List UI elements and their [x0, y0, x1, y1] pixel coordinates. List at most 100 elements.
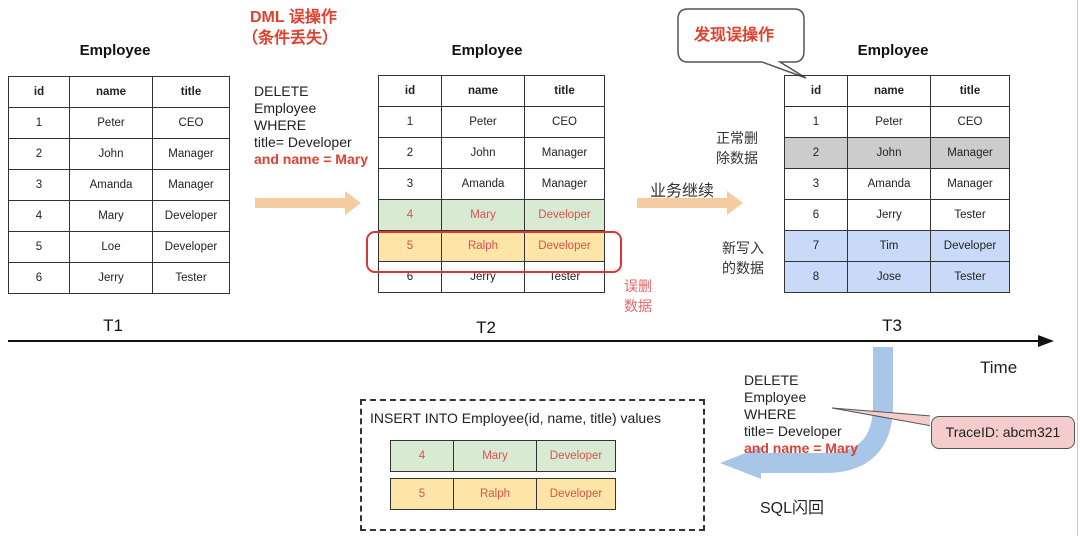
insert-row: 4 Mary Developer: [390, 440, 616, 472]
cell-id: 1: [8, 107, 70, 139]
sql-line: title= Developer: [254, 134, 352, 150]
cell-id: 3: [378, 168, 442, 200]
cell-name: Peter: [847, 106, 931, 138]
cell-title: CEO: [152, 107, 230, 139]
cell-name: Jose: [847, 261, 931, 293]
cell-id: 4: [378, 199, 442, 231]
table-header-row: id name title: [8, 76, 230, 108]
cell-title: Manager: [524, 137, 605, 169]
sql-missing-condition: and name = Mary: [254, 151, 368, 167]
cell-title: Developer: [152, 200, 230, 232]
cell-title: Developer: [536, 440, 616, 472]
new-write-label: 新写入 的数据: [722, 238, 764, 278]
table-row: 6 Jerry Tester: [784, 199, 1010, 231]
table-row: 1 Peter CEO: [8, 107, 230, 139]
cell-name: Amanda: [441, 168, 525, 200]
right-edge-divider: [1077, 0, 1078, 536]
col-header-id: id: [784, 75, 848, 107]
cell-id: 7: [784, 230, 848, 262]
table-t1: id name title 1 Peter CEO 2 John Manager 3 Am…: [8, 76, 230, 294]
cell-name: Jerry: [69, 262, 153, 294]
normal-delete-label: 正常删 除数据: [716, 128, 758, 168]
cell-id: 3: [784, 168, 848, 200]
cell-title: Developer: [524, 199, 605, 231]
cell-id: 2: [784, 137, 848, 169]
cell-id: 5: [8, 231, 70, 263]
col-header-title: title: [152, 76, 230, 108]
mis-delete-label: 误删 数据: [624, 276, 652, 316]
table-row-new-write: 7 Tim Developer: [784, 230, 1010, 262]
cell-id: 2: [378, 137, 442, 169]
cell-name: Peter: [441, 106, 525, 138]
cell-name: Jerry: [847, 199, 931, 231]
table-row: 2 John Manager: [8, 138, 230, 170]
cell-title: Developer: [930, 230, 1010, 262]
cell-name: Mary: [441, 199, 525, 231]
dml-error-subtitle: （条件丢失）: [242, 30, 339, 47]
cell-title: CEO: [930, 106, 1010, 138]
table-header-row: id name title: [378, 75, 605, 107]
cell-title: Manager: [152, 138, 230, 170]
col-header-name: name: [441, 75, 525, 107]
arrow-right-icon: [637, 191, 743, 215]
sql-missing-condition: and name = Mary: [744, 440, 858, 456]
cell-name: Ralph: [453, 478, 537, 510]
table-t2-title: Employee: [451, 42, 523, 59]
cell-title: Manager: [152, 169, 230, 201]
col-header-name: name: [69, 76, 153, 108]
table-row-normal-deleted: 2 John Manager: [784, 137, 1010, 169]
insert-row-ralph: 5 Ralph Developer: [390, 478, 616, 510]
table-row: 1 Peter CEO: [378, 106, 605, 138]
table-t3: id name title 1 Peter CEO 2 John Manager 3 Am…: [784, 75, 1010, 293]
table-row: 6 Jerry Tester: [8, 262, 230, 294]
sql-line: Employee: [254, 100, 317, 116]
cell-id: 8: [784, 261, 848, 293]
insert-row: 5 Ralph Developer: [390, 478, 616, 510]
cell-name: Amanda: [847, 168, 931, 200]
insert-row-mary: 4 Mary Developer: [390, 440, 616, 472]
table-row: 5 Loe Developer: [8, 231, 230, 263]
timeline-arrowhead-icon: [1038, 335, 1054, 347]
cell-title: Manager: [930, 137, 1010, 169]
trace-id-badge: TraceID: abcm321: [931, 416, 1075, 449]
label-line: 的数据: [722, 260, 764, 276]
cell-title: Manager: [930, 168, 1010, 200]
table-row: 3 Amanda Manager: [378, 168, 605, 200]
col-header-title: title: [524, 75, 605, 107]
col-header-title: title: [930, 75, 1010, 107]
cell-name: Peter: [69, 107, 153, 139]
cell-title: Tester: [152, 262, 230, 294]
cell-id: 2: [8, 138, 70, 170]
insert-statement: INSERT INTO Employee(id, name, title) va…: [370, 410, 661, 426]
sql-line: DELETE: [744, 372, 799, 388]
sql-delete-top: DELETE Employee WHERE title= Developer a…: [254, 83, 368, 168]
cell-name: Mary: [69, 200, 153, 232]
cell-name: Tim: [847, 230, 931, 262]
cell-name: Mary: [453, 440, 537, 472]
discovered-error-bubble: 发现误操作: [694, 27, 775, 44]
sql-line: WHERE: [254, 117, 307, 133]
cell-id: 5: [390, 478, 454, 510]
cell-id: 3: [8, 169, 70, 201]
cell-id: 6: [8, 262, 70, 294]
cell-name: John: [441, 137, 525, 169]
label-line: 数据: [624, 298, 652, 314]
cell-title: Tester: [930, 261, 1010, 293]
cell-id: 4: [390, 440, 454, 472]
cell-title: Developer: [536, 478, 616, 510]
col-header-name: name: [847, 75, 931, 107]
table-header-row: id name title: [784, 75, 1010, 107]
label-line: 新写入: [722, 240, 764, 256]
table-t3-title: Employee: [857, 42, 929, 59]
table-t1-title: Employee: [79, 42, 151, 59]
time-axis-label: Time: [980, 358, 1018, 377]
cell-name: Loe: [69, 231, 153, 263]
cell-name: Amanda: [69, 169, 153, 201]
label-line: 除数据: [716, 150, 758, 166]
cell-title: Developer: [152, 231, 230, 263]
cell-title: CEO: [524, 106, 605, 138]
trace-callout-pointer: [831, 407, 930, 427]
cell-id: 4: [8, 200, 70, 232]
cell-title: Manager: [524, 168, 605, 200]
table-row: 2 John Manager: [378, 137, 605, 169]
